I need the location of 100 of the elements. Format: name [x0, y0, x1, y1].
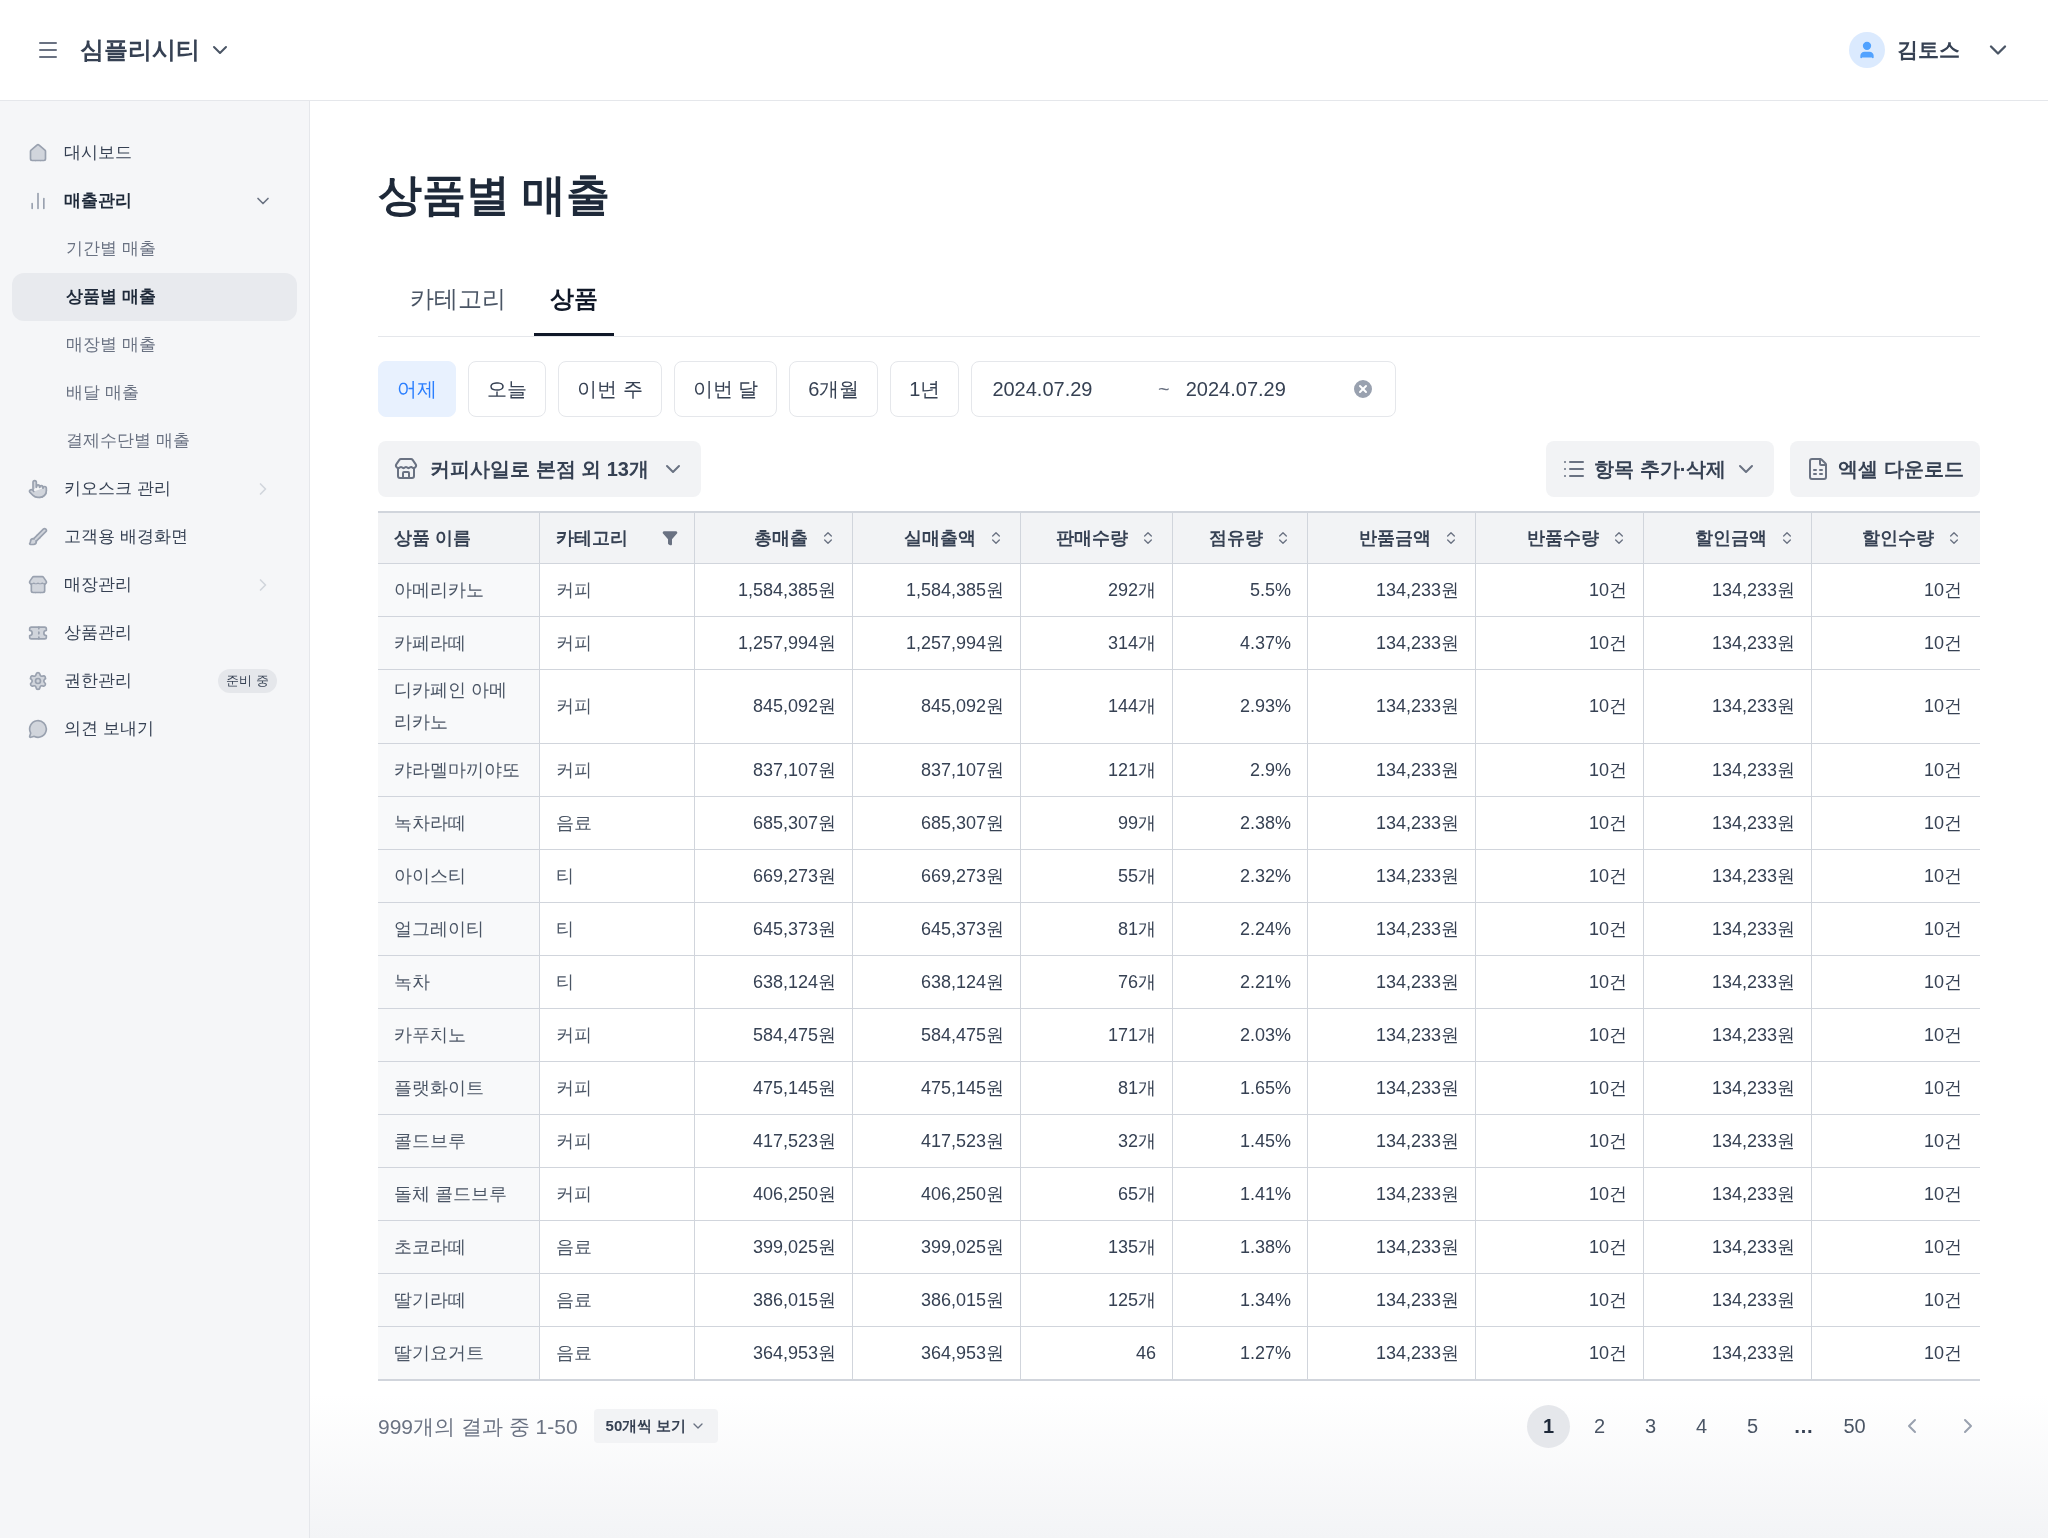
column-label: 상품 이름 [394, 526, 471, 550]
table-cell: 10건 [1475, 1220, 1643, 1273]
column-header[interactable]: 총매출 [694, 513, 852, 563]
table-cell: 10건 [1475, 1167, 1643, 1220]
column-label: 반품수량 [1527, 526, 1599, 550]
sidebar-subitem[interactable]: 배달 매출 [12, 369, 297, 417]
table-cell: 녹차 [378, 955, 539, 1008]
table-cell: 134,233원 [1643, 617, 1811, 669]
start-date: 2024.07.29 [992, 377, 1093, 402]
sidebar-item[interactable]: 키오스크 관리 [12, 465, 297, 513]
table-cell: 10건 [1811, 1167, 1978, 1220]
sidebar-label: 상품관리 [64, 622, 133, 645]
table-cell: 475,145원 [694, 1061, 852, 1114]
table-cell: 837,107원 [852, 743, 1020, 796]
table-cell: 1.41% [1172, 1167, 1307, 1220]
tab[interactable]: 상품 [534, 281, 614, 336]
table-cell: 2.03% [1172, 1008, 1307, 1061]
table-cell: 134,233원 [1307, 617, 1475, 669]
sidebar-item[interactable]: 의견 보내기 [12, 705, 297, 753]
table-cell: 티 [539, 849, 694, 902]
sidebar-item[interactable]: 고객용 배경화면 [12, 513, 297, 561]
table-cell: 얼그레이티 [378, 902, 539, 955]
table-cell: 10건 [1811, 902, 1978, 955]
table-cell: 125개 [1020, 1273, 1172, 1326]
date-preset-button[interactable]: 오늘 [468, 361, 546, 417]
column-header[interactable]: 할인수량 [1811, 513, 1978, 563]
column-label: 할인금액 [1695, 526, 1767, 550]
page-button[interactable]: 2 [1578, 1404, 1621, 1448]
date-preset-button[interactable]: 6개월 [789, 361, 879, 417]
page-ellipsis[interactable]: … [1782, 1404, 1825, 1448]
sidebar-subitem[interactable]: 상품별 매출 [12, 273, 297, 321]
table-cell: 134,233원 [1307, 564, 1475, 616]
table-cell: 2.21% [1172, 955, 1307, 1008]
table-cell: 134,233원 [1643, 1273, 1811, 1326]
sidebar-item[interactable]: 매장관리 [12, 561, 297, 609]
table-cell: 10건 [1811, 1008, 1978, 1061]
table-cell: 134,233원 [1307, 743, 1475, 796]
page-button[interactable]: 5 [1731, 1404, 1774, 1448]
table-cell: 134,233원 [1307, 1114, 1475, 1167]
table-cell: 475,145원 [852, 1061, 1020, 1114]
page-button[interactable]: 50 [1833, 1404, 1876, 1448]
table-cell: 10건 [1811, 1273, 1978, 1326]
table-cell: 10건 [1475, 955, 1643, 1008]
table-cell: 1,257,994원 [694, 617, 852, 669]
sidebar-label: 키오스크 관리 [64, 478, 172, 501]
sidebar-item[interactable]: 상품관리 [12, 609, 297, 657]
column-label: 할인수량 [1862, 526, 1934, 550]
sidebar-item[interactable]: 대시보드 [12, 129, 297, 177]
table-cell: 171개 [1020, 1008, 1172, 1061]
table-cell: 초코라떼 [378, 1220, 539, 1273]
column-header[interactable]: 상품 이름 [378, 513, 539, 563]
sidebar-subitem[interactable]: 기간별 매출 [12, 225, 297, 273]
table-cell: 134,233원 [1307, 796, 1475, 849]
store-filter-dropdown[interactable]: 커피사일로 본점 외 13개 [378, 441, 701, 497]
end-date: 2024.07.29 [1185, 377, 1286, 402]
page-button[interactable]: 4 [1680, 1404, 1723, 1448]
tab[interactable]: 카테고리 [394, 281, 522, 336]
brand-switcher[interactable]: 심플리시티 [80, 32, 232, 68]
column-header[interactable]: 반품금액 [1307, 513, 1475, 563]
table-cell: 커피 [539, 564, 694, 616]
date-preset-button[interactable]: 1년 [890, 361, 960, 417]
settings-icon [28, 671, 48, 691]
table-cell: 134,233원 [1307, 1008, 1475, 1061]
table-cell: 32개 [1020, 1114, 1172, 1167]
table-cell: 134,233원 [1643, 743, 1811, 796]
sidebar-item[interactable]: 권한관리 준비 중 [12, 657, 297, 705]
date-preset-button[interactable]: 이번 달 [673, 361, 778, 417]
column-header[interactable]: 판매수량 [1020, 513, 1172, 563]
column-header[interactable]: 할인금액 [1643, 513, 1811, 563]
column-header[interactable]: 점유량 [1172, 513, 1307, 563]
sidebar-subitem[interactable]: 결제수단별 매출 [12, 417, 297, 465]
column-header[interactable]: 반품수량 [1475, 513, 1643, 563]
sidebar-subitem[interactable]: 매장별 매출 [12, 321, 297, 369]
table-cell: 1.34% [1172, 1273, 1307, 1326]
column-header[interactable]: 실매출액 [852, 513, 1020, 563]
filter-icon[interactable] [662, 530, 678, 546]
home-icon [28, 143, 48, 163]
page-size-dropdown[interactable]: 50개씩 보기 [593, 1409, 719, 1444]
table-cell: 121개 [1020, 743, 1172, 796]
column-settings-button[interactable]: 항목 추가·삭제 [1546, 441, 1775, 497]
table-cell: 134,233원 [1307, 1326, 1475, 1379]
column-header[interactable]: 카테고리 [539, 513, 694, 563]
sidebar-label: 매출관리 [64, 190, 133, 213]
sidebar-item[interactable]: 매출관리 [12, 177, 297, 225]
table-cell: 2.24% [1172, 902, 1307, 955]
table-cell: 134,233원 [1307, 1061, 1475, 1114]
date-range-field[interactable]: 2024.07.29 ~ 2024.07.29 [971, 361, 1397, 417]
table-cell: 364,953원 [694, 1326, 852, 1379]
date-preset-button[interactable]: 이번 주 [558, 361, 662, 417]
user-menu[interactable]: 김토스 [1849, 32, 2012, 68]
table-cell: 10건 [1811, 743, 1978, 796]
table-cell: 135개 [1020, 1220, 1172, 1273]
table-cell: 134,233원 [1307, 1220, 1475, 1273]
page-button[interactable]: 3 [1629, 1404, 1672, 1448]
table-cell: 292개 [1020, 564, 1172, 616]
page-button[interactable]: 1 [1527, 1404, 1570, 1448]
table-cell: 837,107원 [694, 743, 852, 796]
table-cell: 685,307원 [694, 796, 852, 849]
excel-download-button[interactable]: 엑셀 다운로드 [1790, 441, 1980, 497]
column-label: 카테고리 [556, 526, 628, 550]
